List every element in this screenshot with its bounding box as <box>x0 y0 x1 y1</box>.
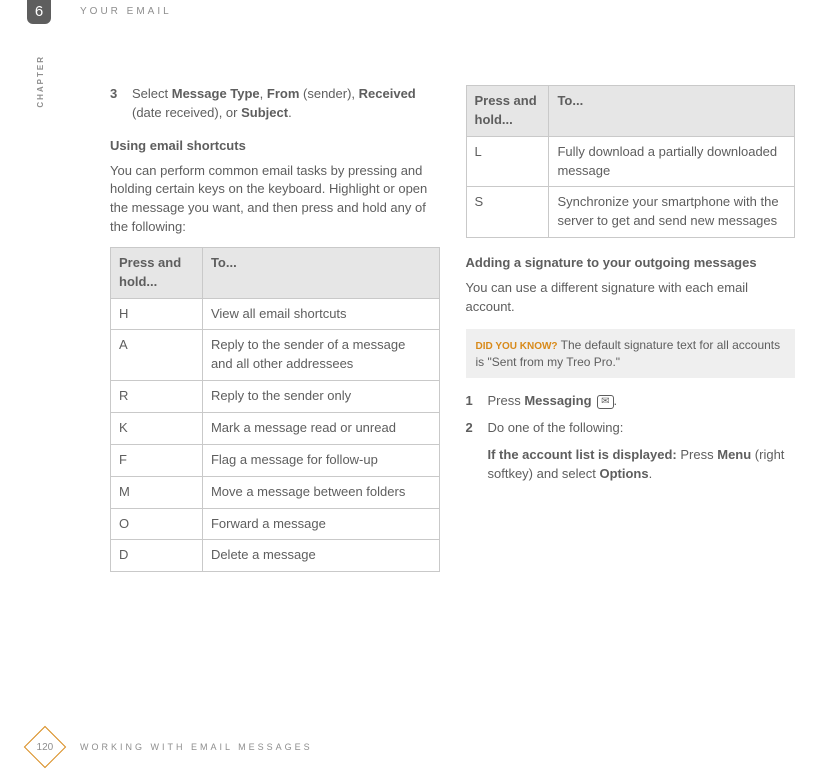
signature-intro: You can use a different signature with e… <box>466 279 796 317</box>
text: (sender), <box>299 86 358 101</box>
th-key: Press and hold... <box>466 86 549 137</box>
cell-key: M <box>111 476 203 508</box>
left-column: 3 Select Message Type, From (sender), Re… <box>110 85 440 722</box>
text: , <box>260 86 267 101</box>
cell-key: A <box>111 330 203 381</box>
bold-text: Options <box>600 466 649 481</box>
bold-text: Received <box>359 86 416 101</box>
cell-key: F <box>111 444 203 476</box>
text: Press <box>677 447 717 462</box>
th-action: To... <box>549 86 795 137</box>
page-footer: 120 WORKING WITH EMAIL MESSAGES <box>30 732 795 762</box>
step-2: 2 Do one of the following: <box>466 419 796 438</box>
step-1: 1 Press Messaging ✉. <box>466 392 796 411</box>
bold-text: Messaging <box>524 393 591 408</box>
th-action: To... <box>202 247 439 298</box>
shortcut-table-left: Press and hold... To... HView all email … <box>110 247 440 572</box>
footer-section-title: WORKING WITH EMAIL MESSAGES <box>80 742 313 752</box>
page-number: 120 <box>37 742 54 753</box>
cell-key: H <box>111 298 203 330</box>
step-text: Press Messaging ✉. <box>488 392 618 411</box>
chapter-side-label: CHAPTER <box>36 55 45 108</box>
did-you-know-box: DID YOU KNOW? The default signature text… <box>466 329 796 379</box>
subheading-shortcuts: Using email shortcuts <box>110 137 440 156</box>
cell-key: O <box>111 508 203 540</box>
text: . <box>288 105 292 120</box>
cell-action: View all email shortcuts <box>202 298 439 330</box>
messaging-icon: ✉ <box>597 395 613 409</box>
shortcut-table-right: Press and hold... To... LFully download … <box>466 85 796 238</box>
cell-action: Delete a message <box>202 540 439 572</box>
text: (date received), or <box>132 105 241 120</box>
step-3: 3 Select Message Type, From (sender), Re… <box>110 85 440 123</box>
page-number-badge: 120 <box>24 726 66 768</box>
cell-key: D <box>111 540 203 572</box>
step-number: 1 <box>466 392 478 411</box>
bold-text: From <box>267 86 300 101</box>
tip-label: DID YOU KNOW? <box>476 341 558 352</box>
step-number: 2 <box>466 419 478 438</box>
option-account-list: If the account list is displayed: Press … <box>488 446 796 484</box>
cell-action: Synchronize your smartphone with the ser… <box>549 187 795 238</box>
cell-action: Flag a message for follow-up <box>202 444 439 476</box>
right-column: Press and hold... To... LFully download … <box>466 85 796 722</box>
cell-action: Fully download a partially downloaded me… <box>549 136 795 187</box>
bold-text: Subject <box>241 105 288 120</box>
bold-text: Message Type <box>172 86 260 101</box>
th-key: Press and hold... <box>111 247 203 298</box>
cell-action: Reply to the sender only <box>202 381 439 413</box>
cell-key: R <box>111 381 203 413</box>
bold-text: Menu <box>717 447 751 462</box>
text: . <box>614 393 618 408</box>
text: . <box>649 466 653 481</box>
page-header-title: YOUR EMAIL <box>80 6 172 17</box>
step-text: Do one of the following: <box>488 419 624 438</box>
bold-text: If the account list is displayed: <box>488 447 677 462</box>
cell-action: Move a message between folders <box>202 476 439 508</box>
text: Press <box>488 393 525 408</box>
text: Select <box>132 86 172 101</box>
cell-key: S <box>466 187 549 238</box>
step-text: Select Message Type, From (sender), Rece… <box>132 85 440 123</box>
intro-paragraph: You can perform common email tasks by pr… <box>110 162 440 237</box>
cell-action: Mark a message read or unread <box>202 412 439 444</box>
chapter-number-tab: 6 <box>27 0 51 24</box>
cell-action: Forward a message <box>202 508 439 540</box>
cell-key: K <box>111 412 203 444</box>
cell-action: Reply to the sender of a message and all… <box>202 330 439 381</box>
subheading-signature: Adding a signature to your outgoing mess… <box>466 254 796 273</box>
cell-key: L <box>466 136 549 187</box>
main-content: 3 Select Message Type, From (sender), Re… <box>110 85 795 722</box>
step-number: 3 <box>110 85 122 123</box>
